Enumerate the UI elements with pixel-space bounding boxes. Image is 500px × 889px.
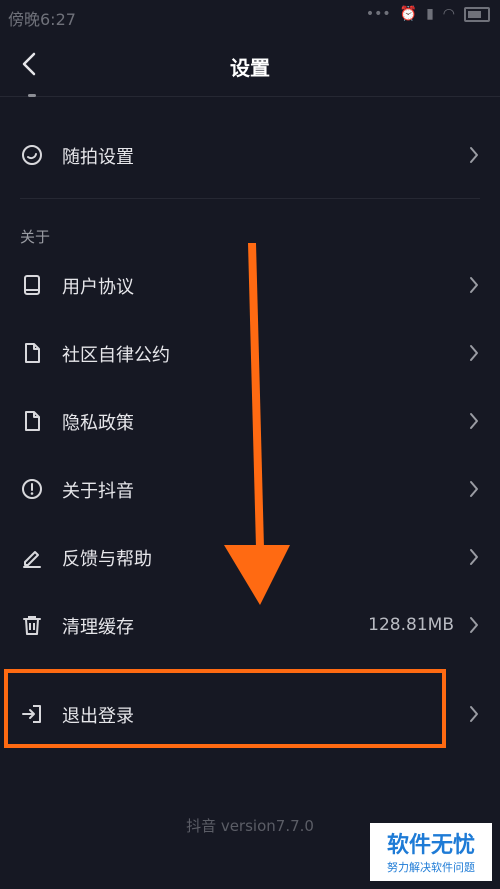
- chevron-right-icon: [470, 413, 478, 429]
- section-divider: [20, 198, 480, 199]
- info-icon: [22, 479, 42, 499]
- battery-icon: [464, 6, 490, 22]
- row-label: 关于抖音: [62, 481, 134, 502]
- signal-icon: ▮: [426, 6, 434, 22]
- row-label: 反馈与帮助: [62, 549, 152, 570]
- alarm-icon: ⏰: [399, 6, 418, 22]
- watermark-logo: 软件无忧 努力解决软件问题: [370, 823, 492, 881]
- chevron-right-icon: [470, 617, 478, 633]
- partial-row-icon: [28, 94, 36, 97]
- trash-icon: [23, 616, 41, 635]
- status-bar: 傍晚6:27 ••• ⏰ ▮ ◠: [0, 0, 500, 32]
- page-title: 设置: [230, 56, 270, 80]
- chevron-right-icon: [470, 549, 478, 565]
- chevron-right-icon: [470, 147, 478, 163]
- more-icon: •••: [365, 6, 391, 22]
- document-icon: [25, 343, 40, 363]
- chevron-right-icon: [470, 481, 478, 497]
- watermark-subtitle: 努力解决软件问题: [387, 861, 475, 874]
- header: 设置: [0, 32, 500, 97]
- random-shoot-icon: [22, 145, 42, 165]
- row-label: 社区自律公约: [62, 345, 170, 366]
- row-label: 隐私政策: [62, 413, 134, 434]
- down-arrow-annotation-icon: [224, 243, 290, 605]
- status-icons: ••• ⏰ ▮ ◠: [366, 6, 490, 22]
- row-label: 随拍设置: [62, 147, 134, 168]
- edit-icon: [23, 551, 41, 568]
- book-icon: [24, 275, 40, 295]
- row-label: 用户协议: [62, 277, 134, 298]
- section-label-about: 关于: [20, 228, 51, 246]
- cache-size-value: 128.81MB: [368, 615, 454, 635]
- row-label: 清理缓存: [62, 617, 134, 638]
- chevron-right-icon: [470, 345, 478, 361]
- row-random-shoot-settings[interactable]: 随拍设置: [0, 123, 500, 187]
- logout-highlight-box: [4, 669, 446, 748]
- wifi-icon: ◠: [442, 6, 455, 22]
- document-icon: [25, 411, 40, 431]
- watermark-title: 软件无忧: [386, 833, 475, 858]
- chevron-right-icon: [470, 706, 478, 722]
- chevron-right-icon: [470, 277, 478, 293]
- status-time: 傍晚6:27: [8, 10, 76, 29]
